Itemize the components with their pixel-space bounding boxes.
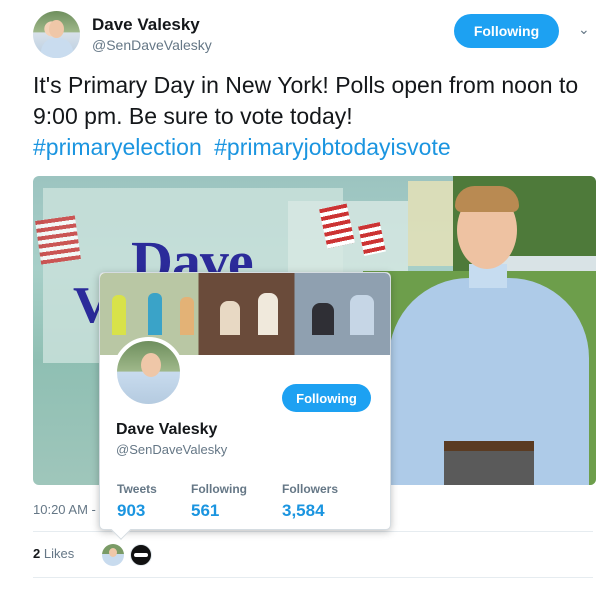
person-hair (455, 186, 519, 212)
likes-label: Likes (43, 546, 75, 561)
stat-label: Tweets (117, 482, 157, 496)
banner-figure (112, 295, 126, 335)
likes-number: 2 (33, 546, 41, 561)
avatar-head (49, 20, 64, 38)
flag-icon (35, 215, 81, 265)
banner-figure (180, 297, 194, 335)
hashtag-link[interactable]: #primaryjobtodayisvote (214, 134, 451, 160)
hover-card-following-button[interactable]: Following (282, 384, 371, 412)
hashtag-list: #primaryelection #primaryjobtodayisvote (33, 132, 603, 163)
stat-value: 561 (191, 501, 220, 520)
tweet-body: It's Primary Day in New York! Polls open… (33, 72, 579, 129)
tweet-timestamp[interactable]: 10:20 AM - (33, 502, 96, 517)
divider (33, 577, 593, 578)
hashtag-link[interactable]: #primaryelection (33, 134, 202, 160)
author-display-name[interactable]: Dave Valesky (92, 15, 200, 35)
banner-figure (220, 301, 240, 335)
stat-following[interactable]: Following 561 (191, 482, 247, 521)
following-button[interactable]: Following (454, 14, 559, 48)
liker-avatar[interactable] (102, 544, 124, 566)
profile-hover-card: Following Dave Valesky @SenDaveValesky T… (99, 272, 391, 540)
likes-count[interactable]: 2 Likes (33, 546, 74, 561)
hover-card-pointer (111, 520, 131, 540)
stat-value: 3,584 (282, 501, 325, 520)
banner-figure (312, 303, 334, 335)
banner-figure (350, 295, 374, 335)
chevron-down-icon[interactable]: ⌄ (578, 21, 590, 38)
tweet-text: It's Primary Day in New York! Polls open… (33, 70, 603, 163)
liker-avatar[interactable] (130, 544, 152, 566)
stat-label: Following (191, 482, 247, 496)
tweet-header: Dave Valesky @SenDaveValesky Following ⌄ (33, 11, 598, 59)
person-photo (389, 186, 589, 485)
avatar-head (141, 353, 161, 377)
person-pants (444, 451, 534, 485)
stat-value: 903 (117, 501, 146, 520)
hover-card-avatar[interactable] (113, 337, 184, 408)
avatar-shirt (41, 38, 73, 58)
author-avatar[interactable] (33, 11, 80, 58)
stat-label: Followers (282, 482, 339, 496)
banner-figure (148, 293, 162, 335)
banner-figure (258, 293, 278, 335)
author-screen-name[interactable]: @SenDaveValesky (92, 37, 212, 53)
hover-card-display-name[interactable]: Dave Valesky (116, 421, 217, 439)
person-belt (444, 441, 534, 451)
hover-card-screen-name[interactable]: @SenDaveValesky (116, 442, 227, 457)
stat-tweets[interactable]: Tweets 903 (117, 482, 157, 521)
stat-followers[interactable]: Followers 3,584 (282, 482, 338, 521)
